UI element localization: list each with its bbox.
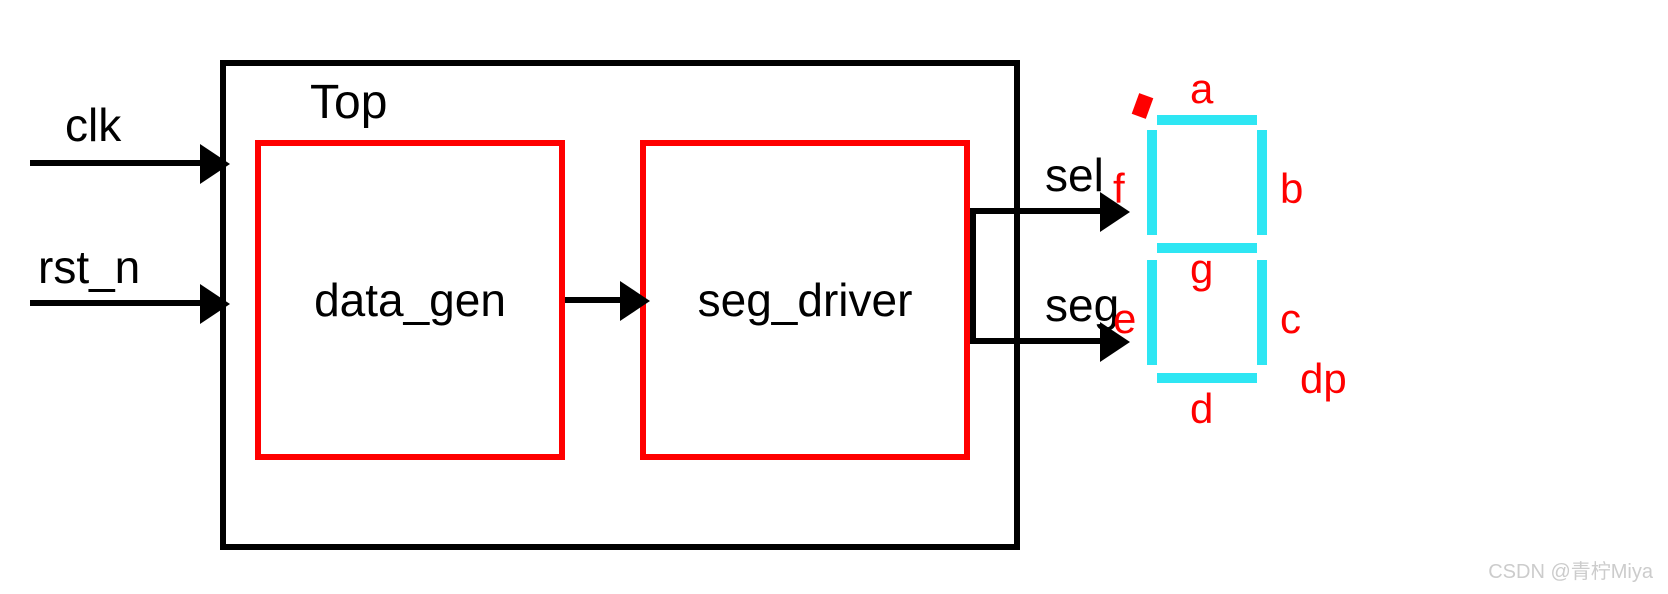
rst-arrow-line (30, 300, 220, 306)
clk-input-label: clk (65, 98, 121, 152)
clk-arrow-head (200, 144, 230, 184)
segment-e-bar (1147, 260, 1157, 365)
mid-arrow-head (620, 281, 650, 321)
seg-arrow-line (970, 338, 1110, 344)
segment-c-label: c (1280, 295, 1301, 343)
data-gen-label: data_gen (314, 273, 506, 327)
watermark-text: CSDN @青柠Miya (1488, 555, 1653, 584)
segment-d-bar (1157, 373, 1257, 383)
segment-dp-bar (1132, 93, 1154, 119)
sel-arrow-line (970, 208, 1110, 214)
segment-b-bar (1257, 130, 1267, 235)
segment-f-bar (1147, 130, 1157, 235)
segment-dp-label: dp (1300, 355, 1347, 403)
seg-arrow-vline (970, 270, 976, 344)
segment-a-label: a (1190, 65, 1213, 113)
rst-arrow-head (200, 284, 230, 324)
clk-arrow-line (30, 160, 220, 166)
diagram-canvas: Top data_gen seg_driver clk rst_n sel se… (0, 0, 1668, 594)
seg-driver-module: seg_driver (640, 140, 970, 460)
rst-input-label: rst_n (38, 240, 140, 294)
seven-segment-display: a b c d e f g dp (1135, 95, 1335, 445)
segment-b-label: b (1280, 165, 1303, 213)
sel-output-label: sel (1045, 148, 1104, 202)
segment-e-label: e (1113, 295, 1136, 343)
data-gen-module: data_gen (255, 140, 565, 460)
segment-a-bar (1157, 115, 1257, 125)
segment-c-bar (1257, 260, 1267, 365)
sel-arrow-vline (970, 208, 976, 274)
seg-driver-label: seg_driver (698, 273, 913, 327)
segment-d-label: d (1190, 385, 1213, 433)
segment-f-label: f (1113, 165, 1125, 213)
segment-g-label: g (1190, 245, 1213, 293)
